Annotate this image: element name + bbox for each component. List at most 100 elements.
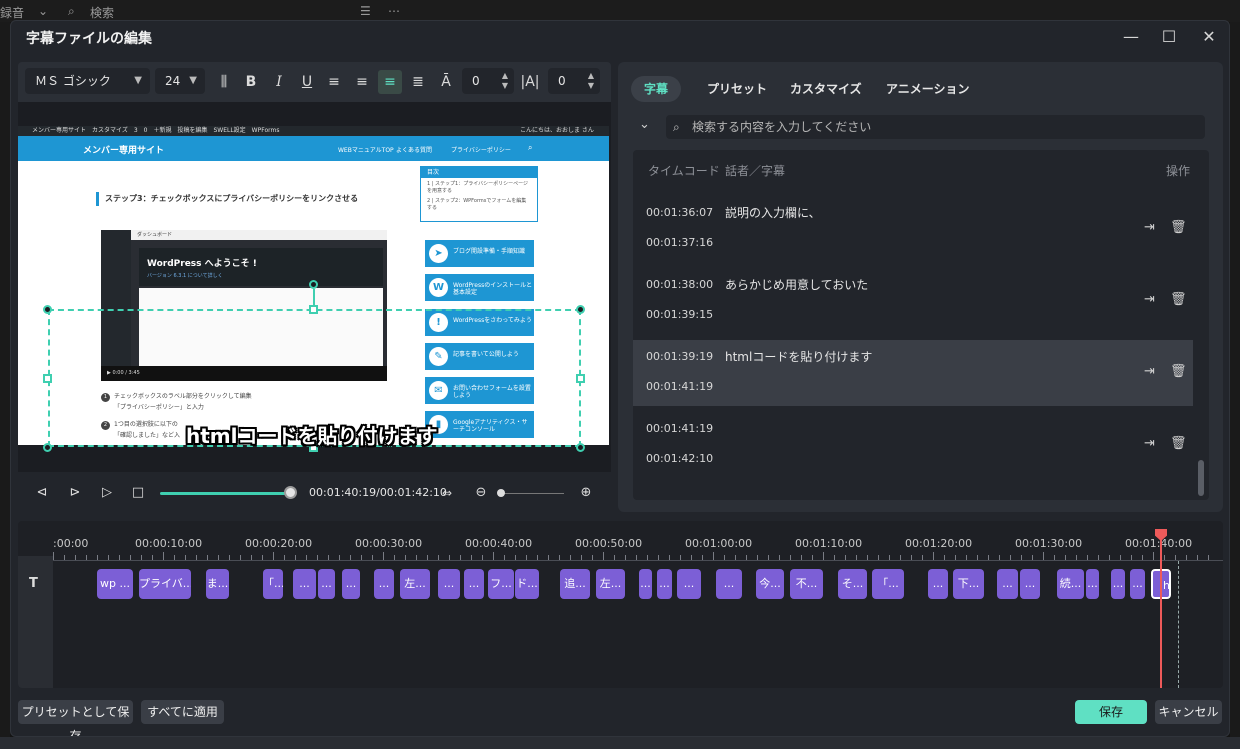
align-right-icon[interactable]: ≡ [350, 70, 374, 94]
subtitle-clip[interactable]: フ... [488, 569, 514, 599]
subtitle-clip[interactable]: プライバ... [139, 569, 191, 599]
playhead[interactable] [1155, 529, 1167, 688]
subtitle-row[interactable]: 00:01:39:19 00:01:41:19 htmlコードを貼り付けます ⇥… [633, 340, 1193, 406]
row-text[interactable]: htmlコードを貼り付けます [725, 348, 872, 365]
subtitle-clip[interactable]: ... [997, 569, 1018, 599]
line-height-icon[interactable]: |A| [518, 70, 542, 94]
subtitle-clip[interactable]: そ... [838, 569, 867, 599]
letter-spacing-input[interactable]: 0 ▲ ▼ [462, 68, 514, 94]
save-button[interactable]: 保存 [1075, 700, 1147, 724]
ruler-tick [603, 552, 604, 560]
tab-customize[interactable]: カスタマイズ [777, 76, 875, 102]
text-height-icon[interactable]: ⫼ [212, 70, 236, 94]
resize-handle[interactable] [43, 305, 52, 314]
row-text[interactable]: あらかじめ用意しておいた [725, 276, 868, 293]
subtitle-clip[interactable]: 不... [790, 569, 823, 599]
subtitle-clip[interactable]: ... [639, 569, 652, 599]
ruler-tick [746, 555, 747, 560]
row-text[interactable]: 説明の入力欄に、 [725, 204, 821, 221]
stop-icon[interactable]: □ [129, 484, 147, 502]
subtitle-clip[interactable]: ... [1111, 569, 1125, 599]
resize-handle[interactable] [43, 443, 52, 452]
font-size-select[interactable]: 24 ▼ [155, 68, 205, 94]
split-icon[interactable]: ⇥ [1144, 220, 1155, 235]
list-scrollbar[interactable] [1198, 460, 1204, 496]
fit-icon[interactable]: ⇔ [438, 484, 456, 502]
subtitle-clip[interactable]: ド... [515, 569, 539, 599]
subtitle-clip[interactable]: ... [928, 569, 948, 599]
cancel-button[interactable]: キャンセル [1155, 700, 1222, 724]
close-icon[interactable]: ✕ [1199, 27, 1219, 47]
maximize-icon[interactable]: ☐ [1159, 27, 1179, 47]
subtitle-row[interactable]: 00:01:41:19 00:01:42:10 ⇥ 🗑 [633, 412, 1193, 478]
subtitle-row[interactable]: 00:01:38:00 00:01:39:15 あらかじめ用意しておいた ⇥ 🗑 [633, 268, 1193, 334]
resize-handle[interactable] [576, 374, 585, 383]
trash-icon[interactable]: 🗑 [1170, 292, 1187, 307]
subtitle-clip[interactable]: 続... [1057, 569, 1084, 599]
subtitle-row[interactable]: 00:01:36:07 00:01:37:16 説明の入力欄に、 ⇥ 🗑 [633, 196, 1193, 262]
subtitle-clip[interactable]: ... [318, 569, 335, 599]
apply-all-button[interactable]: すべてに適用 [141, 700, 224, 724]
subtitle-search-input[interactable]: ⌕ 検索する内容を入力してください [666, 115, 1205, 139]
align-justify-icon[interactable]: ≣ [406, 70, 430, 94]
save-as-preset-button[interactable]: プリセットとして保存 [18, 700, 133, 736]
underline-icon[interactable]: U [295, 70, 319, 94]
chevron-down-icon[interactable]: ⌄ [639, 117, 650, 132]
subtitle-clip[interactable]: ... [1130, 569, 1145, 599]
subtitle-overlay-text[interactable]: htmlコードを貼り付けます [186, 420, 438, 449]
zoom-in-icon[interactable]: ⊕ [577, 484, 595, 502]
split-icon[interactable]: ⇥ [1144, 436, 1155, 451]
resize-handle[interactable] [576, 305, 585, 314]
ruler-tick [625, 555, 626, 560]
align-left-icon[interactable]: ≡ [322, 70, 346, 94]
zoom-knob[interactable] [497, 489, 505, 497]
subtitle-clip[interactable]: ... [342, 569, 360, 599]
tab-subtitles[interactable]: 字幕 [631, 76, 682, 102]
line-height-input[interactable]: 0 ▲ ▼ [548, 68, 600, 94]
subtitle-clip[interactable]: ... [1020, 569, 1040, 599]
subtitle-clip[interactable]: 下... [953, 569, 984, 599]
subtitle-clip[interactable]: ... [374, 569, 394, 599]
previous-frame-icon[interactable]: ⊲ [33, 484, 51, 502]
subtitle-clip[interactable]: 今... [756, 569, 784, 599]
minimize-icon[interactable]: — [1121, 27, 1141, 47]
subtitle-clip[interactable]: 左... [400, 569, 430, 599]
subtitle-clip[interactable]: ... [657, 569, 672, 599]
resize-handle[interactable] [43, 374, 52, 383]
subtitle-clip[interactable]: 左... [596, 569, 625, 599]
subtitle-clip[interactable]: ま... [206, 569, 229, 599]
subtitle-clip[interactable]: 「... [872, 569, 904, 599]
subtitle-clip[interactable]: ... [464, 569, 484, 599]
progress-track[interactable] [160, 492, 292, 495]
trash-icon[interactable]: 🗑 [1170, 220, 1187, 235]
subtitle-clip[interactable]: ... [677, 569, 701, 599]
ruler-label: 00:01:40:00 [1125, 537, 1193, 550]
subtitle-clip[interactable]: ... [293, 569, 316, 599]
spinner-icon[interactable]: ▲ ▼ [588, 71, 594, 91]
font-family-select[interactable]: ＭＳ ゴシック ▼ [25, 68, 150, 94]
rotate-handle[interactable] [309, 280, 318, 289]
align-center-icon[interactable]: ≡ [378, 70, 402, 94]
trash-icon[interactable]: 🗑 [1170, 436, 1187, 451]
subtitle-clip[interactable]: ... [1086, 569, 1099, 599]
italic-icon[interactable]: I [267, 70, 291, 94]
split-icon[interactable]: ⇥ [1144, 292, 1155, 307]
trash-icon[interactable]: 🗑 [1170, 364, 1187, 379]
next-frame-icon[interactable]: ⊳ [66, 484, 84, 502]
subtitle-clip[interactable]: 「... [263, 569, 283, 599]
resize-handle[interactable] [576, 443, 585, 452]
subtitle-clip[interactable]: wp ... [97, 569, 133, 599]
bold-icon[interactable]: B [239, 70, 263, 94]
play-icon[interactable]: ▷ [98, 484, 116, 502]
letter-spacing-icon[interactable]: Ā [434, 70, 458, 94]
tab-animation[interactable]: アニメーション [873, 76, 983, 102]
progress-knob[interactable] [284, 486, 297, 499]
spinner-icon[interactable]: ▲ ▼ [502, 71, 508, 91]
subtitle-clip[interactable]: ... [438, 569, 460, 599]
zoom-slider[interactable] [500, 493, 564, 494]
split-icon[interactable]: ⇥ [1144, 364, 1155, 379]
subtitle-clip[interactable]: ... [716, 569, 742, 599]
subtitle-clip[interactable]: 追... [560, 569, 590, 599]
zoom-out-icon[interactable]: ⊖ [472, 484, 490, 502]
tab-presets[interactable]: プリセット [694, 76, 780, 102]
